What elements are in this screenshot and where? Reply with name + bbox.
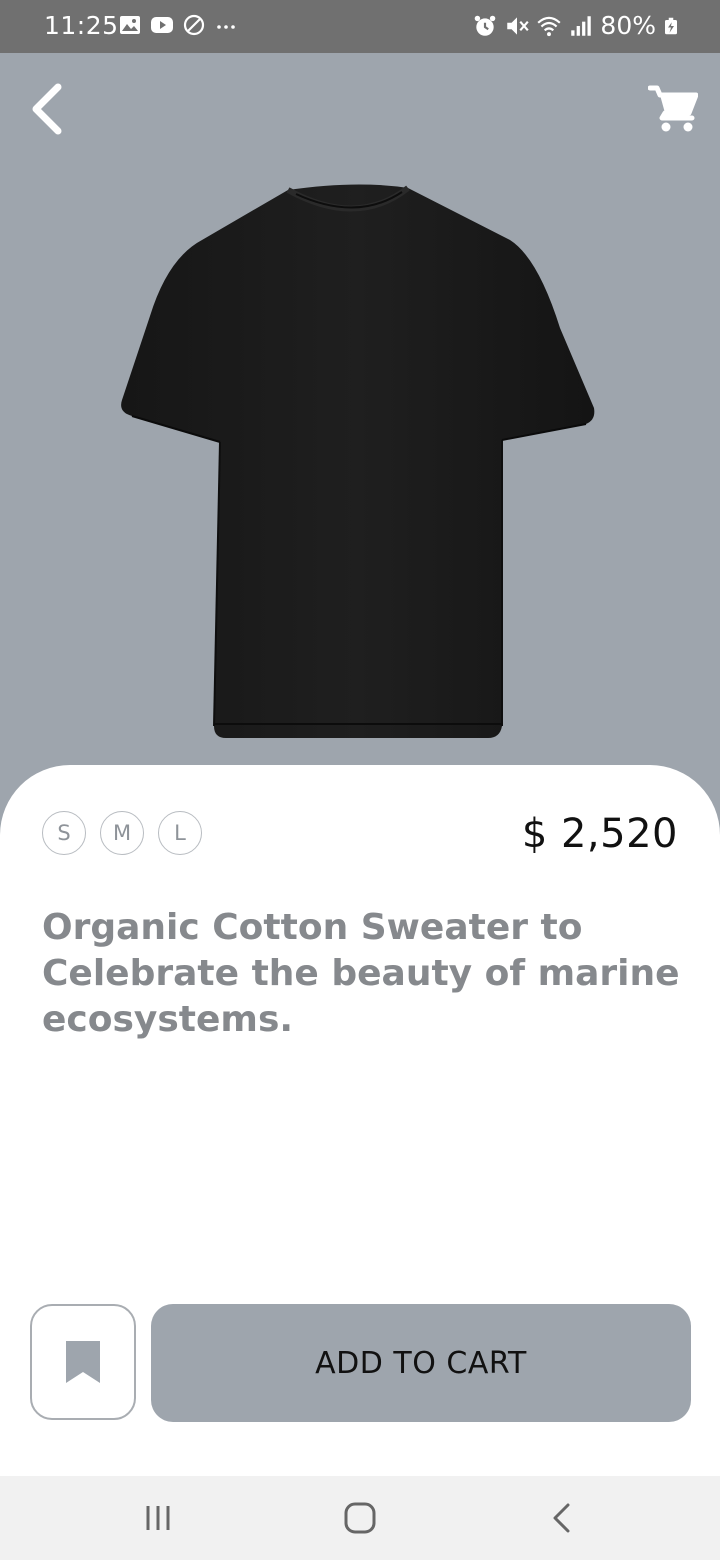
add-to-cart-button[interactable]: ADD TO CART — [151, 1304, 691, 1422]
add-to-cart-label: ADD TO CART — [315, 1345, 527, 1381]
wifi-icon — [537, 16, 561, 36]
status-left-icons — [118, 13, 238, 37]
status-bar: 11:25 80% — [0, 0, 720, 53]
cart-button[interactable] — [647, 83, 699, 133]
do-not-disturb-icon — [183, 14, 205, 36]
nav-back-button[interactable] — [542, 1500, 582, 1536]
bookmark-button[interactable] — [30, 1304, 136, 1420]
shopping-cart-icon — [647, 85, 699, 132]
product-description: Organic Cotton Sweater to Celebrate the … — [42, 907, 680, 1040]
signal-icon — [571, 15, 592, 36]
alarm-icon — [475, 15, 496, 36]
size-option-l[interactable]: L — [158, 811, 202, 855]
mute-icon — [507, 16, 530, 35]
more-dots-icon — [217, 25, 235, 29]
bookmark-icon — [66, 1341, 100, 1383]
product-image — [121, 184, 595, 738]
nav-home-button[interactable] — [340, 1500, 380, 1536]
back-button[interactable] — [24, 81, 72, 137]
home-icon — [344, 1502, 376, 1534]
gallery-icon — [120, 16, 140, 34]
chevron-left-icon — [32, 83, 62, 135]
youtube-icon — [151, 17, 173, 33]
back-icon — [553, 1503, 570, 1533]
status-time: 11:25 — [44, 11, 119, 40]
size-option-s[interactable]: S — [42, 811, 86, 855]
recents-icon — [146, 1506, 170, 1530]
battery-charging-icon — [665, 17, 677, 34]
status-right-icons: 80% — [472, 11, 680, 40]
product-hero — [0, 53, 720, 813]
size-selector: S M L — [42, 811, 202, 855]
size-option-m[interactable]: M — [100, 811, 144, 855]
system-nav-bar — [0, 1476, 720, 1560]
product-detail-sheet: S M L $ 2,520 Organic Cotton Sweater to … — [0, 765, 720, 1476]
battery-percent: 80% — [600, 11, 656, 40]
nav-recents-button[interactable] — [138, 1500, 178, 1536]
product-price: $ 2,520 — [521, 811, 678, 857]
